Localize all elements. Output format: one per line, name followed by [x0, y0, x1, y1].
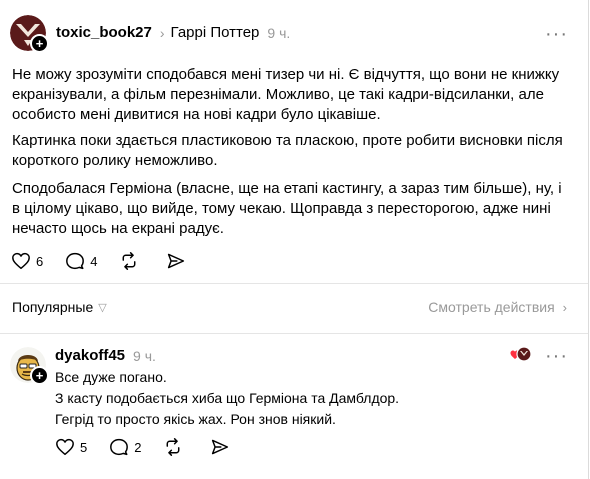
more-icon[interactable]: ···: [545, 346, 568, 366]
reply-line: Гегрід то просто якісь жах. Рон знов нія…: [55, 411, 336, 427]
post-paragraph: Сподобалася Герміона (власне, ще на етап…: [12, 180, 562, 237]
like-button[interactable]: 5: [55, 438, 87, 456]
comment-icon: [110, 438, 129, 456]
repost-button[interactable]: [119, 252, 144, 270]
reply-actions: 5 2: [55, 438, 257, 456]
comment-icon: [66, 252, 85, 270]
heart-icon: [56, 438, 74, 456]
post-time: 9 ч.: [267, 24, 291, 41]
share-icon: [212, 439, 229, 455]
view-activity-link[interactable]: Смотреть действия ›: [428, 299, 567, 315]
panel-border: [588, 0, 589, 479]
reply-header: dyakoff45 9 ч.: [55, 347, 156, 364]
post-paragraph: Не можу зрозуміти сподобався мені тизер …: [12, 66, 560, 123]
view-activity-label: Смотреть действия: [428, 299, 555, 315]
share-button[interactable]: [210, 438, 235, 456]
post-header: toxic_book27 › Гаррі Поттер 9 ч.: [56, 24, 290, 41]
post-username[interactable]: toxic_book27: [56, 24, 152, 41]
comment-count: 2: [134, 439, 142, 455]
reply-time: 9 ч.: [133, 347, 156, 364]
like-button[interactable]: 6: [11, 252, 43, 270]
like-count: 6: [36, 253, 44, 269]
follow-plus-icon[interactable]: +: [30, 366, 49, 385]
like-count: 5: [80, 439, 88, 455]
more-icon[interactable]: ···: [545, 24, 568, 44]
post-topic[interactable]: Гаррі Поттер: [171, 24, 260, 41]
repost-icon: [167, 438, 180, 456]
repost-icon: [123, 252, 136, 270]
comment-button[interactable]: 4: [65, 252, 97, 270]
liked-by-author-indicator: [510, 346, 532, 362]
sort-label: Популярные: [12, 299, 94, 315]
share-icon: [168, 253, 185, 269]
post-paragraph: Картинка поки здається пластиковою та пл…: [12, 132, 563, 169]
repost-button[interactable]: [163, 438, 188, 456]
comment-count: 4: [90, 253, 98, 269]
follow-plus-icon[interactable]: +: [30, 34, 49, 53]
chevron-right-icon: ›: [159, 24, 165, 41]
reply-line: Все дуже погано.: [55, 369, 167, 385]
reply-username[interactable]: dyakoff45: [55, 347, 125, 364]
comment-button[interactable]: 2: [109, 438, 141, 456]
reply-line: З касту подобається хиба що Герміона та …: [55, 390, 400, 406]
heart-icon: [12, 252, 30, 270]
chevron-right-icon: ›: [562, 299, 567, 315]
divider: [0, 333, 588, 334]
sort-dropdown[interactable]: Популярные ▽: [12, 299, 107, 315]
share-button[interactable]: [166, 252, 191, 270]
sort-bar: Популярные ▽ Смотреть действия ›: [12, 299, 567, 315]
chevron-down-icon: ▽: [98, 301, 107, 314]
divider: [0, 283, 588, 284]
post-actions: 6 4: [11, 252, 213, 270]
